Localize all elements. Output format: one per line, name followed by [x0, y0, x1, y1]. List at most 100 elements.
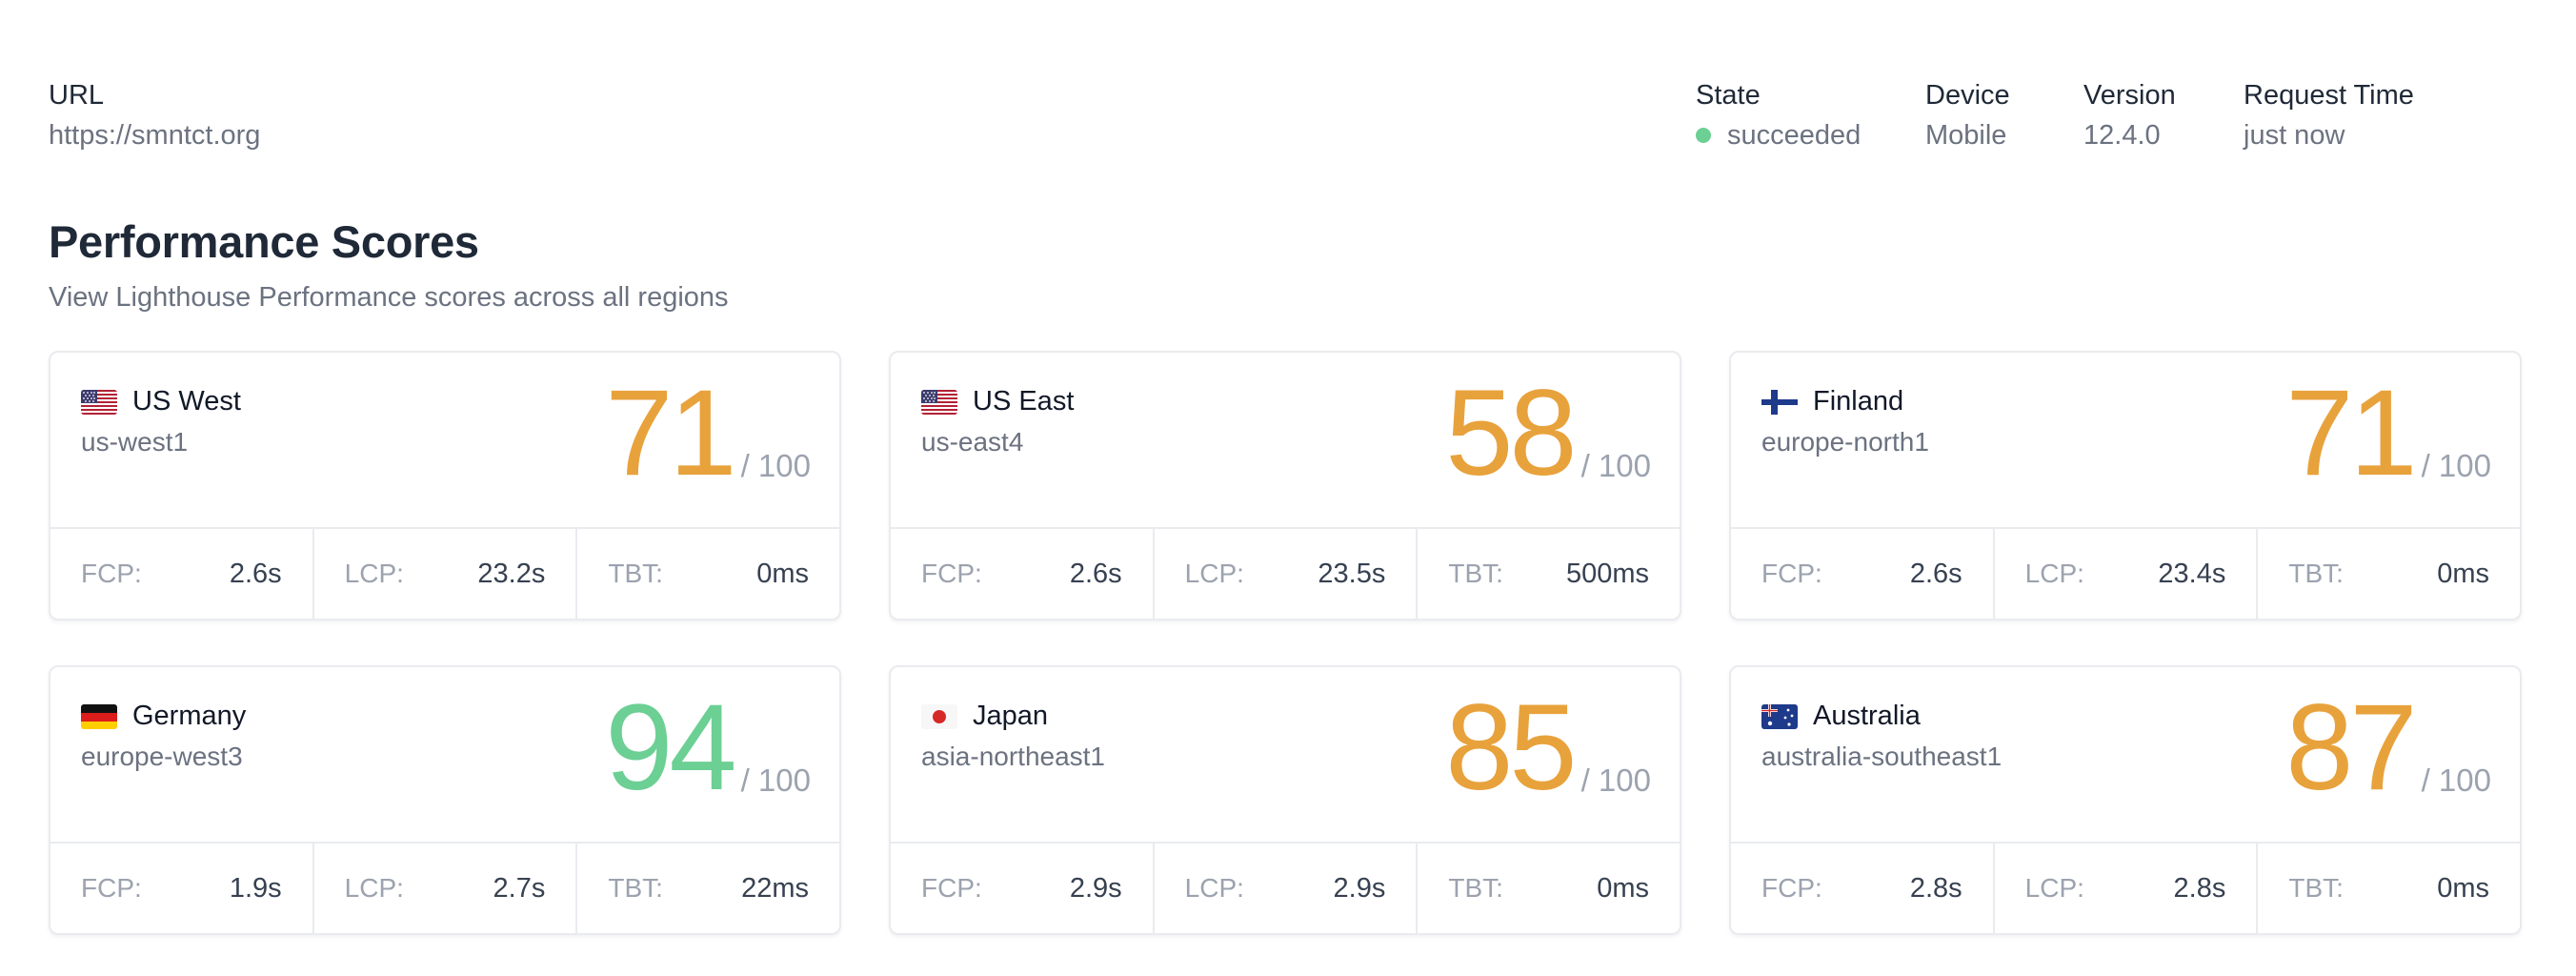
metric-fcp: FCP: 2.6s — [1731, 529, 1995, 619]
finland-flag-icon — [1761, 389, 1798, 415]
metric-label: FCP: — [1761, 559, 1822, 588]
state-label: State — [1696, 80, 1761, 111]
metric-label: TBT: — [608, 873, 663, 903]
region-card[interactable]: Finland europe-north1 71/ 100 FCP: 2.6s LCP: 2… — [1729, 351, 2522, 620]
region-name: Japan — [973, 701, 1049, 731]
metric-label: LCP: — [1184, 873, 1244, 903]
region-card-header: Australia australia-southeast1 87/ 100 — [1731, 667, 2520, 844]
metrics-row: FCP: 2.9s LCP: 2.9s TBT: 0ms — [891, 842, 1680, 933]
japan-flag-icon — [921, 703, 957, 729]
score-display: 58/ 100 — [1445, 365, 1651, 501]
performance-score: 71 — [605, 365, 736, 501]
device-field: Device Mobile — [1925, 76, 2010, 154]
version-value: 12.4.0 — [2083, 120, 2161, 151]
metric-value: 2.6s — [229, 558, 282, 589]
score-display: 85/ 100 — [1445, 680, 1651, 816]
state-field: State succeeded — [1696, 76, 1861, 154]
metric-value: 0ms — [756, 558, 810, 589]
score-max: / 100 — [740, 762, 811, 798]
metric-value: 2.8s — [1909, 872, 1962, 904]
region-name: US East — [973, 386, 1075, 417]
device-value: Mobile — [1925, 120, 2007, 151]
metric-label: LCP: — [2024, 873, 2084, 903]
version-label: Version — [2083, 80, 2176, 111]
performance-score: 94 — [605, 680, 736, 816]
metric-fcp: FCP: 2.6s — [891, 529, 1155, 619]
url-field: URL https://smntct.org — [49, 76, 260, 154]
score-display: 71/ 100 — [605, 365, 811, 501]
metric-lcp: LCP: 23.4s — [1995, 529, 2259, 619]
metric-tbt: TBT: 0ms — [577, 529, 839, 619]
metric-value: 0ms — [2437, 558, 2490, 589]
metric-label: TBT: — [1448, 873, 1503, 903]
metric-label: TBT: — [2288, 559, 2344, 588]
metric-tbt: TBT: 22ms — [577, 844, 839, 933]
metric-value: 1.9s — [229, 872, 282, 904]
region-name: Australia — [1813, 701, 1921, 731]
device-label: Device — [1925, 80, 2010, 111]
region-zone: us-west1 — [81, 427, 189, 457]
metric-label: FCP: — [81, 873, 142, 903]
version-field: Version 12.4.0 — [2083, 76, 2176, 154]
region-zone: europe-north1 — [1761, 427, 1929, 457]
performance-score: 58 — [1445, 365, 1577, 501]
score-display: 94/ 100 — [605, 680, 811, 816]
metric-label: LCP: — [2024, 559, 2084, 588]
region-name: US West — [132, 386, 241, 417]
request-time-label: Request Time — [2244, 80, 2414, 111]
performance-score: 71 — [2285, 365, 2417, 501]
metric-value: 2.9s — [1333, 872, 1386, 904]
metric-tbt: TBT: 500ms — [1418, 529, 1680, 619]
us-flag-icon — [921, 389, 957, 415]
region-card[interactable]: Japan asia-northeast1 85/ 100 FCP: 2.9s LCP: 2… — [889, 665, 1681, 935]
metric-tbt: TBT: 0ms — [2258, 844, 2520, 933]
region-zone: europe-west3 — [81, 742, 243, 771]
australia-flag-icon — [1761, 703, 1798, 729]
metric-label: TBT: — [1448, 559, 1503, 588]
performance-score: 85 — [1445, 680, 1577, 816]
metric-label: TBT: — [2288, 873, 2344, 903]
region-card[interactable]: Germany europe-west3 94/ 100 FCP: 1.9s LCP: 2.… — [49, 665, 841, 935]
region-name: Finland — [1813, 386, 1904, 417]
us-flag-icon — [81, 389, 117, 415]
metric-label: LCP: — [1184, 559, 1244, 588]
metric-value: 2.6s — [1909, 558, 1962, 589]
score-max: / 100 — [1580, 448, 1651, 483]
metric-value: 2.8s — [2173, 872, 2226, 904]
score-display: 71/ 100 — [2285, 365, 2491, 501]
germany-flag-icon — [81, 703, 117, 729]
metric-value: 0ms — [2437, 872, 2490, 904]
region-zone: asia-northeast1 — [921, 742, 1106, 771]
url-value[interactable]: https://smntct.org — [49, 116, 260, 154]
region-card-header: Japan asia-northeast1 85/ 100 — [891, 667, 1680, 844]
metric-lcp: LCP: 2.7s — [314, 844, 578, 933]
metrics-row: FCP: 2.6s LCP: 23.4s TBT: 0ms — [1731, 527, 2520, 619]
metric-label: TBT: — [608, 559, 663, 588]
metric-fcp: FCP: 2.9s — [891, 844, 1155, 933]
metric-value: 2.6s — [1069, 558, 1122, 589]
page-subtitle: View Lighthouse Performance scores acros… — [49, 282, 729, 313]
metric-lcp: LCP: 2.8s — [1995, 844, 2259, 933]
metric-fcp: FCP: 2.6s — [50, 529, 314, 619]
metrics-row: FCP: 2.6s LCP: 23.2s TBT: 0ms — [50, 527, 839, 619]
status-dot-icon — [1696, 128, 1711, 143]
metric-label: LCP: — [344, 873, 404, 903]
metric-value: 2.7s — [493, 872, 546, 904]
score-display: 87/ 100 — [2285, 680, 2491, 816]
metric-value: 22ms — [741, 872, 810, 904]
metric-label: FCP: — [921, 873, 982, 903]
metric-label: FCP: — [81, 559, 142, 588]
metric-lcp: LCP: 23.2s — [314, 529, 578, 619]
metric-value: 23.5s — [1318, 558, 1386, 589]
metric-lcp: LCP: 23.5s — [1155, 529, 1419, 619]
region-card[interactable]: Australia australia-southeast1 87/ 100 FCP:… — [1729, 665, 2522, 935]
performance-score: 87 — [2285, 680, 2417, 816]
region-card[interactable]: US East us-east4 58/ 100 FCP: 2.6s LCP: 23.5s T… — [889, 351, 1681, 620]
metric-value: 2.9s — [1069, 872, 1122, 904]
region-zone: australia-southeast1 — [1761, 742, 2002, 771]
url-label: URL — [49, 80, 105, 111]
page-title: Performance Scores — [49, 216, 479, 267]
score-max: / 100 — [2421, 448, 2491, 483]
region-card[interactable]: US West us-west1 71/ 100 FCP: 2.6s LCP: 23.2s T… — [49, 351, 841, 620]
metrics-row: FCP: 2.8s LCP: 2.8s TBT: 0ms — [1731, 842, 2520, 933]
